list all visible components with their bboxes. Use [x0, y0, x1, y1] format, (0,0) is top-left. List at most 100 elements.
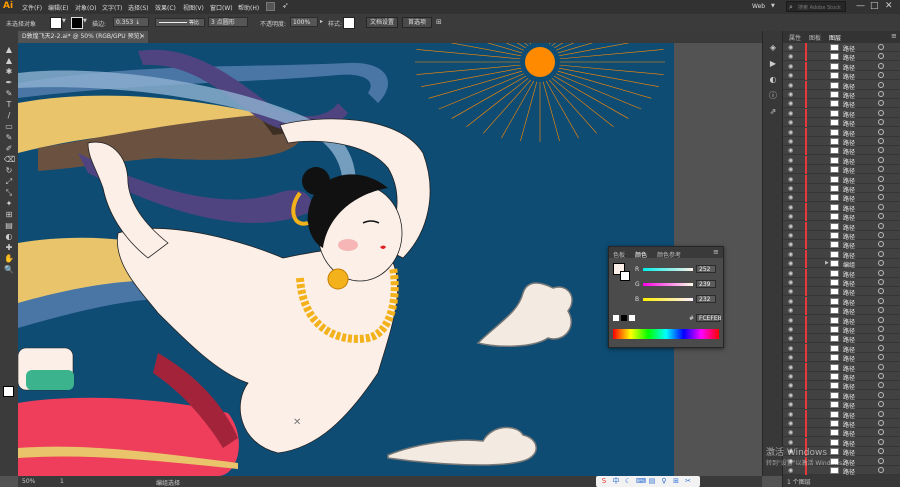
zoom-field[interactable]: 50% [22, 478, 35, 485]
target-circle-icon[interactable] [878, 316, 884, 323]
channel-b-slider[interactable] [643, 298, 693, 301]
visibility-eye-icon[interactable]: ◉ [788, 129, 793, 136]
close-button[interactable]: ✕ [885, 1, 893, 11]
document-setup-button[interactable]: 文档设置 [366, 17, 398, 28]
tool-4-icon[interactable]: ✎ [4, 89, 14, 98]
visibility-eye-icon[interactable]: ◉ [788, 354, 793, 361]
target-circle-icon[interactable] [878, 448, 884, 455]
layer-row[interactable]: ◉ 路径 [783, 306, 900, 316]
target-circle-icon[interactable] [878, 382, 884, 389]
tray-0-icon[interactable]: S [600, 477, 608, 485]
layer-row[interactable]: ◉ 路径 [783, 428, 900, 438]
panel-menu-icon[interactable]: ≡ [713, 248, 719, 256]
visibility-eye-icon[interactable]: ◉ [788, 63, 793, 70]
visibility-eye-icon[interactable]: ◉ [788, 401, 793, 408]
arrange-icon[interactable]: ⊞ [436, 18, 442, 26]
layer-row[interactable]: ◉ 路径 [783, 343, 900, 354]
target-circle-icon[interactable] [878, 53, 884, 60]
target-circle-icon[interactable] [878, 457, 884, 464]
chevron-right-icon[interactable]: ▸ [320, 18, 323, 25]
layer-row[interactable]: ◉ 路径 [783, 466, 900, 476]
panel-shortcut-3-icon[interactable]: ⓘ [768, 91, 778, 101]
menu-help[interactable]: 帮助(H) [238, 3, 259, 12]
visibility-eye-icon[interactable]: ◉ [788, 270, 793, 277]
target-circle-icon[interactable] [878, 147, 884, 154]
minimize-button[interactable]: — [856, 1, 865, 11]
tab-color-guide[interactable]: 颜色参考 [657, 250, 681, 259]
target-circle-icon[interactable] [878, 307, 884, 314]
visibility-eye-icon[interactable]: ◉ [788, 467, 793, 474]
tool-18-icon[interactable]: ✚ [4, 243, 14, 252]
tray-2-icon[interactable]: ☾ [624, 477, 632, 485]
target-circle-icon[interactable] [878, 467, 884, 473]
menu-effect[interactable]: 效果(C) [155, 3, 176, 12]
hex-field[interactable]: FCEFE8 [696, 314, 722, 322]
visibility-eye-icon[interactable]: ◉ [788, 232, 793, 239]
black-swatch[interactable] [621, 315, 627, 321]
graphic-style-swatch[interactable] [343, 17, 355, 29]
layer-row[interactable]: ◉ 路径 [783, 212, 900, 222]
layer-row[interactable]: ◉ 路径 [783, 249, 900, 260]
target-circle-icon[interactable] [878, 213, 884, 220]
visibility-eye-icon[interactable]: ◉ [788, 429, 793, 436]
tab-swatches[interactable]: 色板 [613, 250, 625, 259]
visibility-eye-icon[interactable]: ◉ [788, 373, 793, 380]
target-circle-icon[interactable] [878, 175, 884, 182]
target-circle-icon[interactable] [878, 391, 884, 398]
tab-layers[interactable]: 图层 [829, 33, 841, 42]
visibility-eye-icon[interactable]: ◉ [788, 82, 793, 89]
target-circle-icon[interactable] [878, 44, 884, 50]
target-circle-icon[interactable] [878, 344, 884, 351]
tool-3-icon[interactable]: ✒ [4, 78, 14, 87]
send-icon[interactable]: ➶ [282, 1, 289, 10]
tool-9-icon[interactable]: ✐ [4, 144, 14, 153]
expand-arrow-icon[interactable]: ▶ [825, 260, 829, 266]
tray-1-icon[interactable]: 中 [612, 477, 620, 485]
opacity-label[interactable]: 不透明度: [260, 19, 286, 28]
tool-10-icon[interactable]: ⌫ [4, 155, 15, 164]
layer-row[interactable]: ◉ 路径 [783, 325, 900, 335]
menu-window[interactable]: 窗口(W) [210, 3, 233, 12]
target-circle-icon[interactable] [878, 222, 884, 229]
tray-4-icon[interactable]: ▤ [648, 477, 656, 485]
stroke-swatch[interactable] [71, 17, 83, 29]
panel-menu-icon[interactable]: ≡ [891, 32, 897, 40]
visibility-eye-icon[interactable]: ◉ [788, 364, 793, 371]
color-spectrum[interactable] [613, 329, 719, 339]
target-circle-icon[interactable] [878, 128, 884, 135]
visibility-eye-icon[interactable]: ◉ [788, 194, 793, 201]
layer-row[interactable]: ◉ 路径 [783, 390, 900, 401]
tool-14-icon[interactable]: ✦ [4, 199, 14, 208]
layer-row[interactable]: ◉ ▶ 编组 [783, 259, 900, 269]
visibility-eye-icon[interactable]: ◉ [788, 204, 793, 211]
target-circle-icon[interactable] [878, 363, 884, 370]
target-circle-icon[interactable] [878, 185, 884, 191]
current-stroke-swatch[interactable] [620, 271, 630, 281]
layer-row[interactable]: ◉ 路径 [783, 353, 900, 363]
target-circle-icon[interactable] [878, 297, 884, 304]
layer-row[interactable]: ◉ 路径 [783, 43, 900, 53]
stock-search-input[interactable]: ⌕ 搜索 Adobe Stock [786, 1, 846, 12]
chevron-down-icon[interactable]: ▼ [83, 18, 87, 24]
target-circle-icon[interactable] [878, 232, 884, 238]
layer-row[interactable]: ◉ 路径 [783, 381, 900, 391]
target-circle-icon[interactable] [878, 335, 884, 342]
tray-5-icon[interactable]: ♀ [660, 477, 668, 485]
layer-row[interactable]: ◉ 路径 [783, 400, 900, 410]
target-circle-icon[interactable] [878, 438, 884, 445]
chevron-down-icon[interactable]: ▼ [771, 3, 775, 9]
tool-19-icon[interactable]: ✋ [4, 254, 14, 263]
visibility-eye-icon[interactable]: ◉ [788, 176, 793, 183]
brush-definition[interactable]: 3 点圆形 [208, 17, 248, 27]
layer-row[interactable]: ◉ 路径 [783, 419, 900, 429]
target-circle-icon[interactable] [878, 241, 884, 248]
target-circle-icon[interactable] [878, 72, 884, 79]
layer-row[interactable]: ◉ 路径 [783, 52, 900, 62]
visibility-eye-icon[interactable]: ◉ [788, 251, 793, 258]
layer-row[interactable]: ◉ 路径 [783, 174, 900, 185]
visibility-eye-icon[interactable]: ◉ [788, 326, 793, 333]
layer-row[interactable]: ◉ 路径 [783, 184, 900, 194]
tool-11-icon[interactable]: ↻ [4, 166, 14, 175]
variable-width-profile[interactable]: 等比 [155, 18, 205, 27]
target-circle-icon[interactable] [878, 401, 884, 408]
